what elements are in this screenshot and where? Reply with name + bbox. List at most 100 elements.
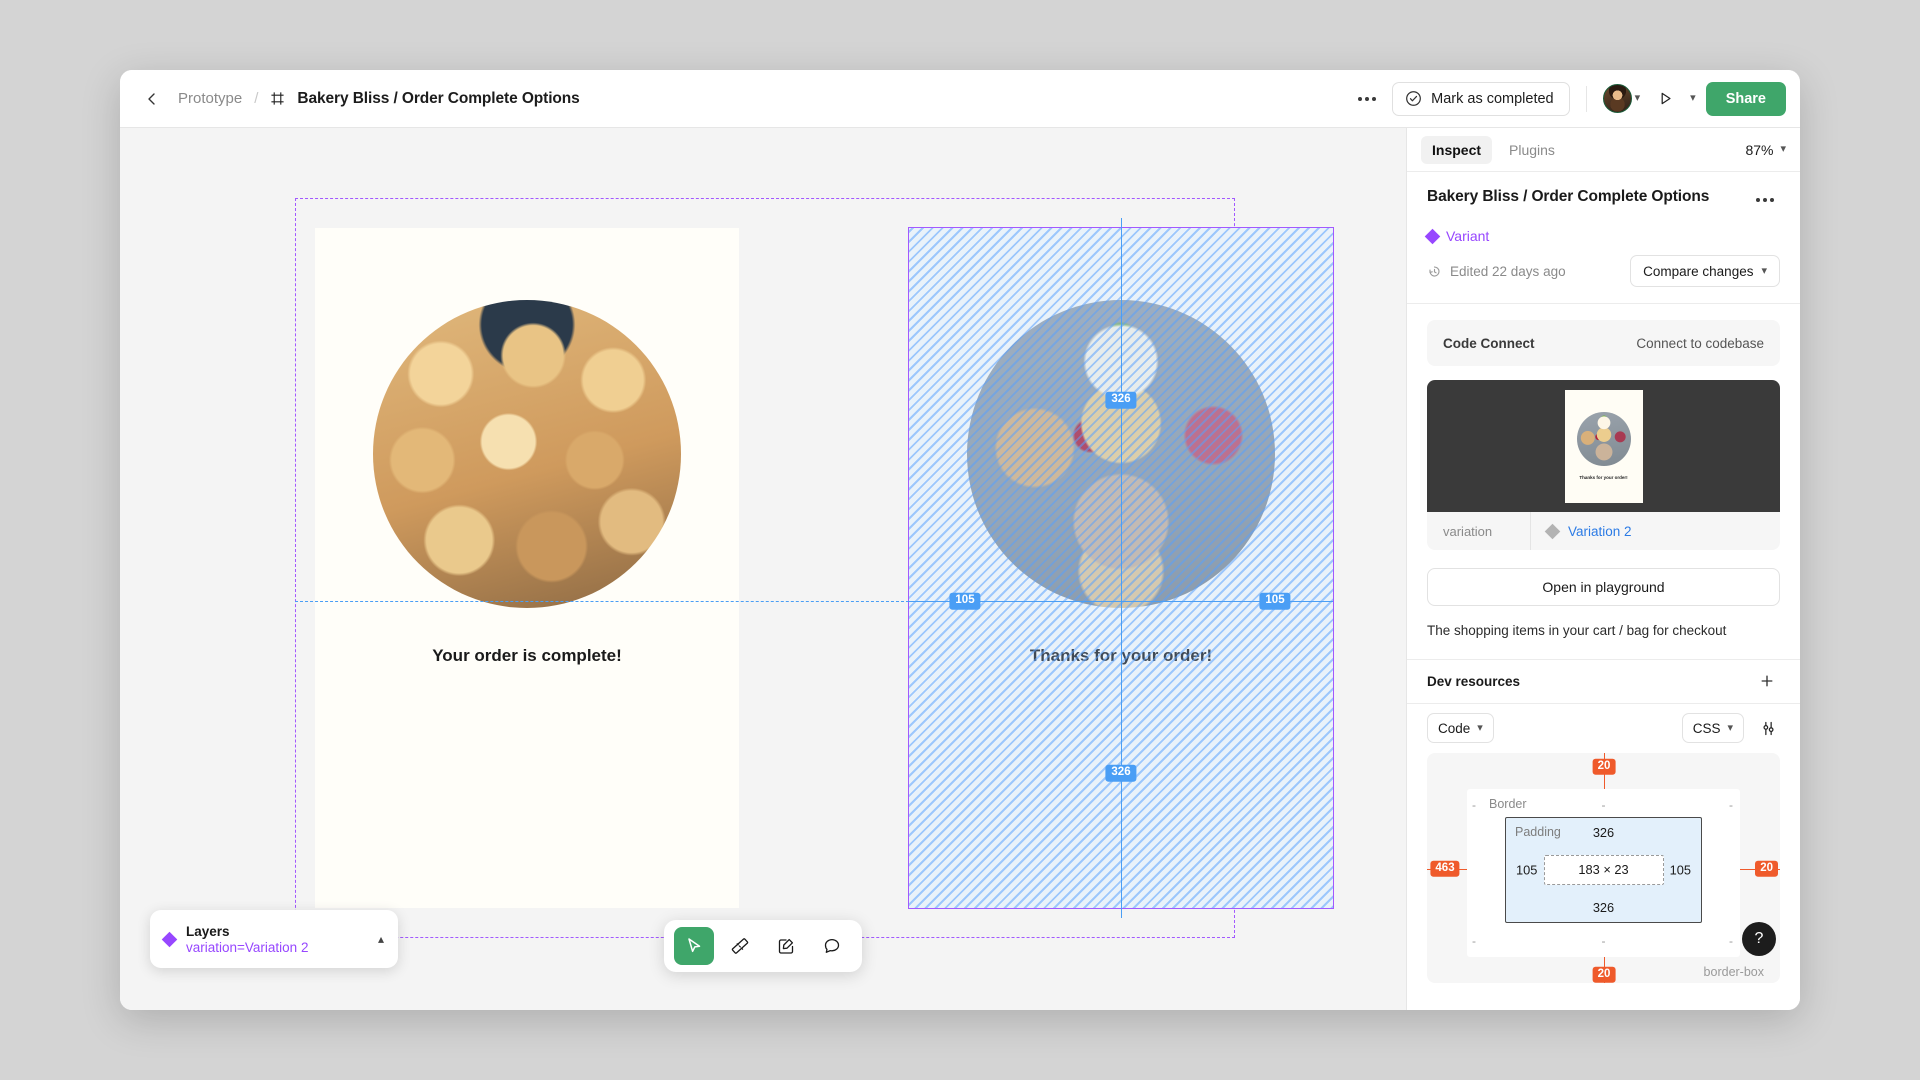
tab-inspect[interactable]: Inspect (1421, 136, 1492, 164)
border-right-bottom-value: - (1729, 934, 1733, 948)
user-menu[interactable]: ▾ (1603, 84, 1641, 113)
bakery-bread-photo (373, 300, 681, 608)
tab-plugins[interactable]: Plugins (1498, 136, 1566, 164)
padding-label: Padding (1515, 825, 1561, 839)
code-connect-banner[interactable]: Code Connect Connect to codebase (1427, 320, 1780, 366)
question-mark-icon: ? (1755, 930, 1764, 948)
layers-variant-value: variation=Variation 2 (186, 940, 367, 955)
margin-top-value: 20 (1593, 759, 1616, 776)
breadcrumb-prototype[interactable]: Prototype (178, 90, 242, 107)
component-more-button[interactable] (1750, 185, 1780, 215)
play-icon (1657, 90, 1674, 107)
frame-order-complete[interactable]: Your order is complete! (315, 228, 739, 908)
language-dropdown[interactable]: CSS ▾ (1682, 713, 1744, 743)
code-connect-label: Code Connect (1443, 336, 1535, 351)
code-type-dropdown[interactable]: Code ▾ (1427, 713, 1494, 743)
share-button[interactable]: Share (1706, 82, 1786, 116)
bakery-pastry-photo (1577, 412, 1631, 466)
component-preview: Thanks for your order! (1427, 380, 1780, 512)
instance-diamond-icon (1545, 523, 1561, 539)
edited-row: Edited 22 days ago Compare changes ▾ (1427, 255, 1780, 287)
padding-box-area: Padding 326 105 105 326 183 × 23 (1505, 817, 1702, 923)
margin-bottom-value: 20 (1593, 967, 1616, 984)
chevron-left-icon (144, 91, 160, 107)
dev-resources-section: Dev resources (1407, 659, 1800, 703)
preview-mini-frame: Thanks for your order! (1565, 390, 1643, 503)
padding-right-value: 105 (1670, 862, 1691, 877)
breadcrumb-separator: / (254, 90, 258, 107)
content-size-value: 183 × 23 (1544, 855, 1664, 885)
connect-to-codebase-link[interactable]: Connect to codebase (1636, 336, 1764, 351)
chevron-down-icon: ▾ (1727, 723, 1733, 734)
border-box-area: Border - - - - - - Padding 326 105 105 3… (1467, 789, 1740, 957)
annotate-tool-button[interactable] (766, 927, 806, 965)
open-in-playground-button[interactable]: Open in playground (1427, 568, 1780, 606)
sliders-icon (1760, 720, 1777, 737)
property-key: variation (1427, 512, 1531, 550)
help-button[interactable]: ? (1742, 922, 1776, 956)
margin-right-value: 20 (1755, 861, 1778, 878)
ruler-icon (730, 936, 750, 956)
variant-badge-row: Variant (1427, 228, 1780, 244)
plus-icon (1759, 673, 1775, 689)
variant-badge: Variant (1446, 228, 1489, 244)
present-button[interactable] (1650, 84, 1680, 114)
code-type-label: Code (1438, 721, 1470, 736)
compare-changes-label: Compare changes (1643, 264, 1753, 279)
cursor-tool-button[interactable] (674, 927, 714, 965)
zoom-value: 87% (1745, 142, 1773, 158)
variant-diamond-icon (1425, 228, 1441, 244)
border-label: Border (1489, 797, 1527, 811)
border-top-value: - (1602, 798, 1606, 812)
measure-tool-button[interactable] (720, 927, 760, 965)
layers-panel-pill[interactable]: Layers variation=Variation 2 ▴ (150, 910, 398, 968)
history-clock-icon (1427, 264, 1442, 279)
chevron-up-icon[interactable]: ▴ (378, 932, 384, 946)
property-row-variation[interactable]: variation Variation 2 (1427, 512, 1780, 550)
bakery-pastry-photo (967, 300, 1275, 608)
chevron-down-icon: ▾ (1761, 266, 1767, 277)
canvas-tool-bar (664, 920, 862, 972)
zoom-control[interactable]: 87% ▾ (1745, 142, 1786, 158)
comment-icon (822, 936, 842, 956)
panel-tab-bar: Inspect Plugins 87% ▾ (1407, 128, 1800, 172)
edited-timestamp: Edited 22 days ago (1450, 264, 1566, 279)
pencil-square-icon (776, 936, 796, 956)
property-value[interactable]: Variation 2 (1568, 524, 1632, 539)
cursor-icon (684, 936, 704, 956)
dev-resources-label: Dev resources (1427, 674, 1520, 689)
padding-top-value: 326 (1593, 825, 1614, 840)
workspace: Your order is complete! Thanks for your … (120, 128, 1800, 1010)
box-model-diagram: 20 20 463 20 Border - - - - - - Padding (1427, 753, 1780, 983)
figma-window: Prototype / Bakery Bliss / Order Complet… (120, 70, 1800, 1010)
page-title: Bakery Bliss / Order Complete Options (297, 90, 579, 108)
chevron-down-icon: ▾ (1477, 723, 1483, 734)
inspect-panel: Inspect Plugins 87% ▾ Bakery Bliss / Ord… (1406, 128, 1800, 1010)
design-canvas[interactable]: Your order is complete! Thanks for your … (120, 128, 1406, 1010)
toolbar-divider (1586, 86, 1587, 112)
more-options-button[interactable] (1352, 84, 1382, 114)
present-options-chevron-down-icon[interactable]: ▾ (1690, 93, 1696, 104)
padding-bottom-value: 326 (1593, 900, 1614, 915)
compare-changes-button[interactable]: Compare changes ▾ (1630, 255, 1780, 287)
chevron-down-icon: ▾ (1635, 93, 1641, 104)
divider (1407, 303, 1800, 304)
mark-as-completed-button[interactable]: Mark as completed (1392, 82, 1570, 116)
language-label: CSS (1693, 721, 1721, 736)
component-title: Bakery Bliss / Order Complete Options (1427, 188, 1740, 206)
back-button[interactable] (138, 85, 166, 113)
comment-tool-button[interactable] (812, 927, 852, 965)
panel-content[interactable]: Bakery Bliss / Order Complete Options Va… (1407, 172, 1800, 1010)
add-dev-resource-button[interactable] (1754, 668, 1780, 694)
frame-a-caption: Your order is complete! (432, 646, 622, 666)
more-horizontal-icon (1756, 198, 1760, 202)
chevron-down-icon: ▾ (1780, 144, 1786, 155)
code-section-header: Code ▾ CSS ▾ (1407, 703, 1800, 753)
border-bottom-value: - (1602, 934, 1606, 948)
frame-thanks-selected[interactable]: Thanks for your order! (909, 228, 1333, 908)
variant-diamond-icon (162, 931, 178, 947)
border-left-bottom-value: - (1472, 934, 1476, 948)
code-settings-button[interactable] (1754, 714, 1782, 742)
border-right-value: - (1729, 798, 1733, 812)
avatar (1603, 84, 1632, 113)
